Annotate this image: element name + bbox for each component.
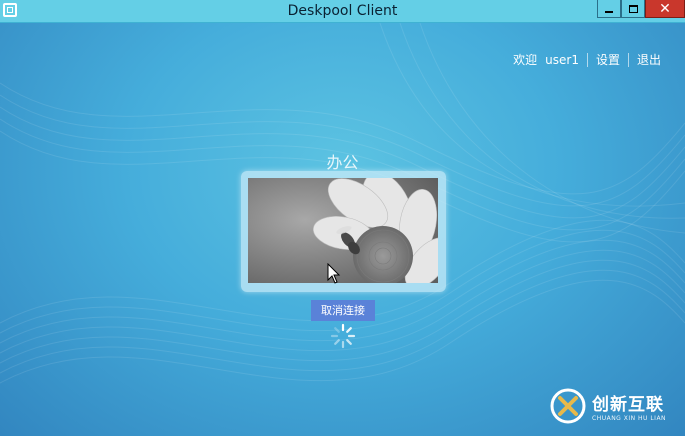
close-icon: ✕	[659, 0, 671, 17]
maximize-icon	[628, 4, 638, 13]
brand-name-en: CHUANG XIN HU LIAN	[592, 415, 667, 422]
close-button[interactable]: ✕	[645, 0, 685, 18]
title-bar[interactable]: Deskpool Client ✕	[0, 0, 685, 23]
username-label: user1	[545, 52, 579, 67]
logout-link[interactable]: 退出	[637, 51, 661, 68]
window-title: Deskpool Client	[287, 3, 398, 19]
settings-link[interactable]: 设置	[596, 51, 620, 68]
minimize-button[interactable]	[597, 0, 621, 18]
desktop-thumbnail[interactable]	[241, 171, 446, 292]
top-nav: 欢迎 user1 设置 退出	[513, 51, 661, 68]
desktop-preview-image	[248, 178, 438, 283]
loading-spinner-icon	[330, 323, 356, 349]
brand-logo-icon	[550, 388, 586, 424]
nav-divider	[627, 52, 629, 67]
brand-name-cn: 创新互联	[592, 395, 664, 415]
minimize-icon	[605, 10, 613, 13]
cancel-connection-button[interactable]: 取消连接	[311, 300, 375, 321]
desktop-name: 办公	[326, 153, 359, 172]
welcome-label: 欢迎	[513, 53, 538, 67]
brand-watermark: 创新互联 CHUANG XIN HU LIAN	[550, 388, 666, 424]
main-area: 欢迎 user1 设置 退出 办公 取消连接 创新互联 CHUANG XIN H…	[0, 23, 685, 436]
maximize-button[interactable]	[621, 0, 645, 18]
nav-divider	[586, 52, 588, 67]
mouse-cursor-icon	[327, 263, 341, 284]
